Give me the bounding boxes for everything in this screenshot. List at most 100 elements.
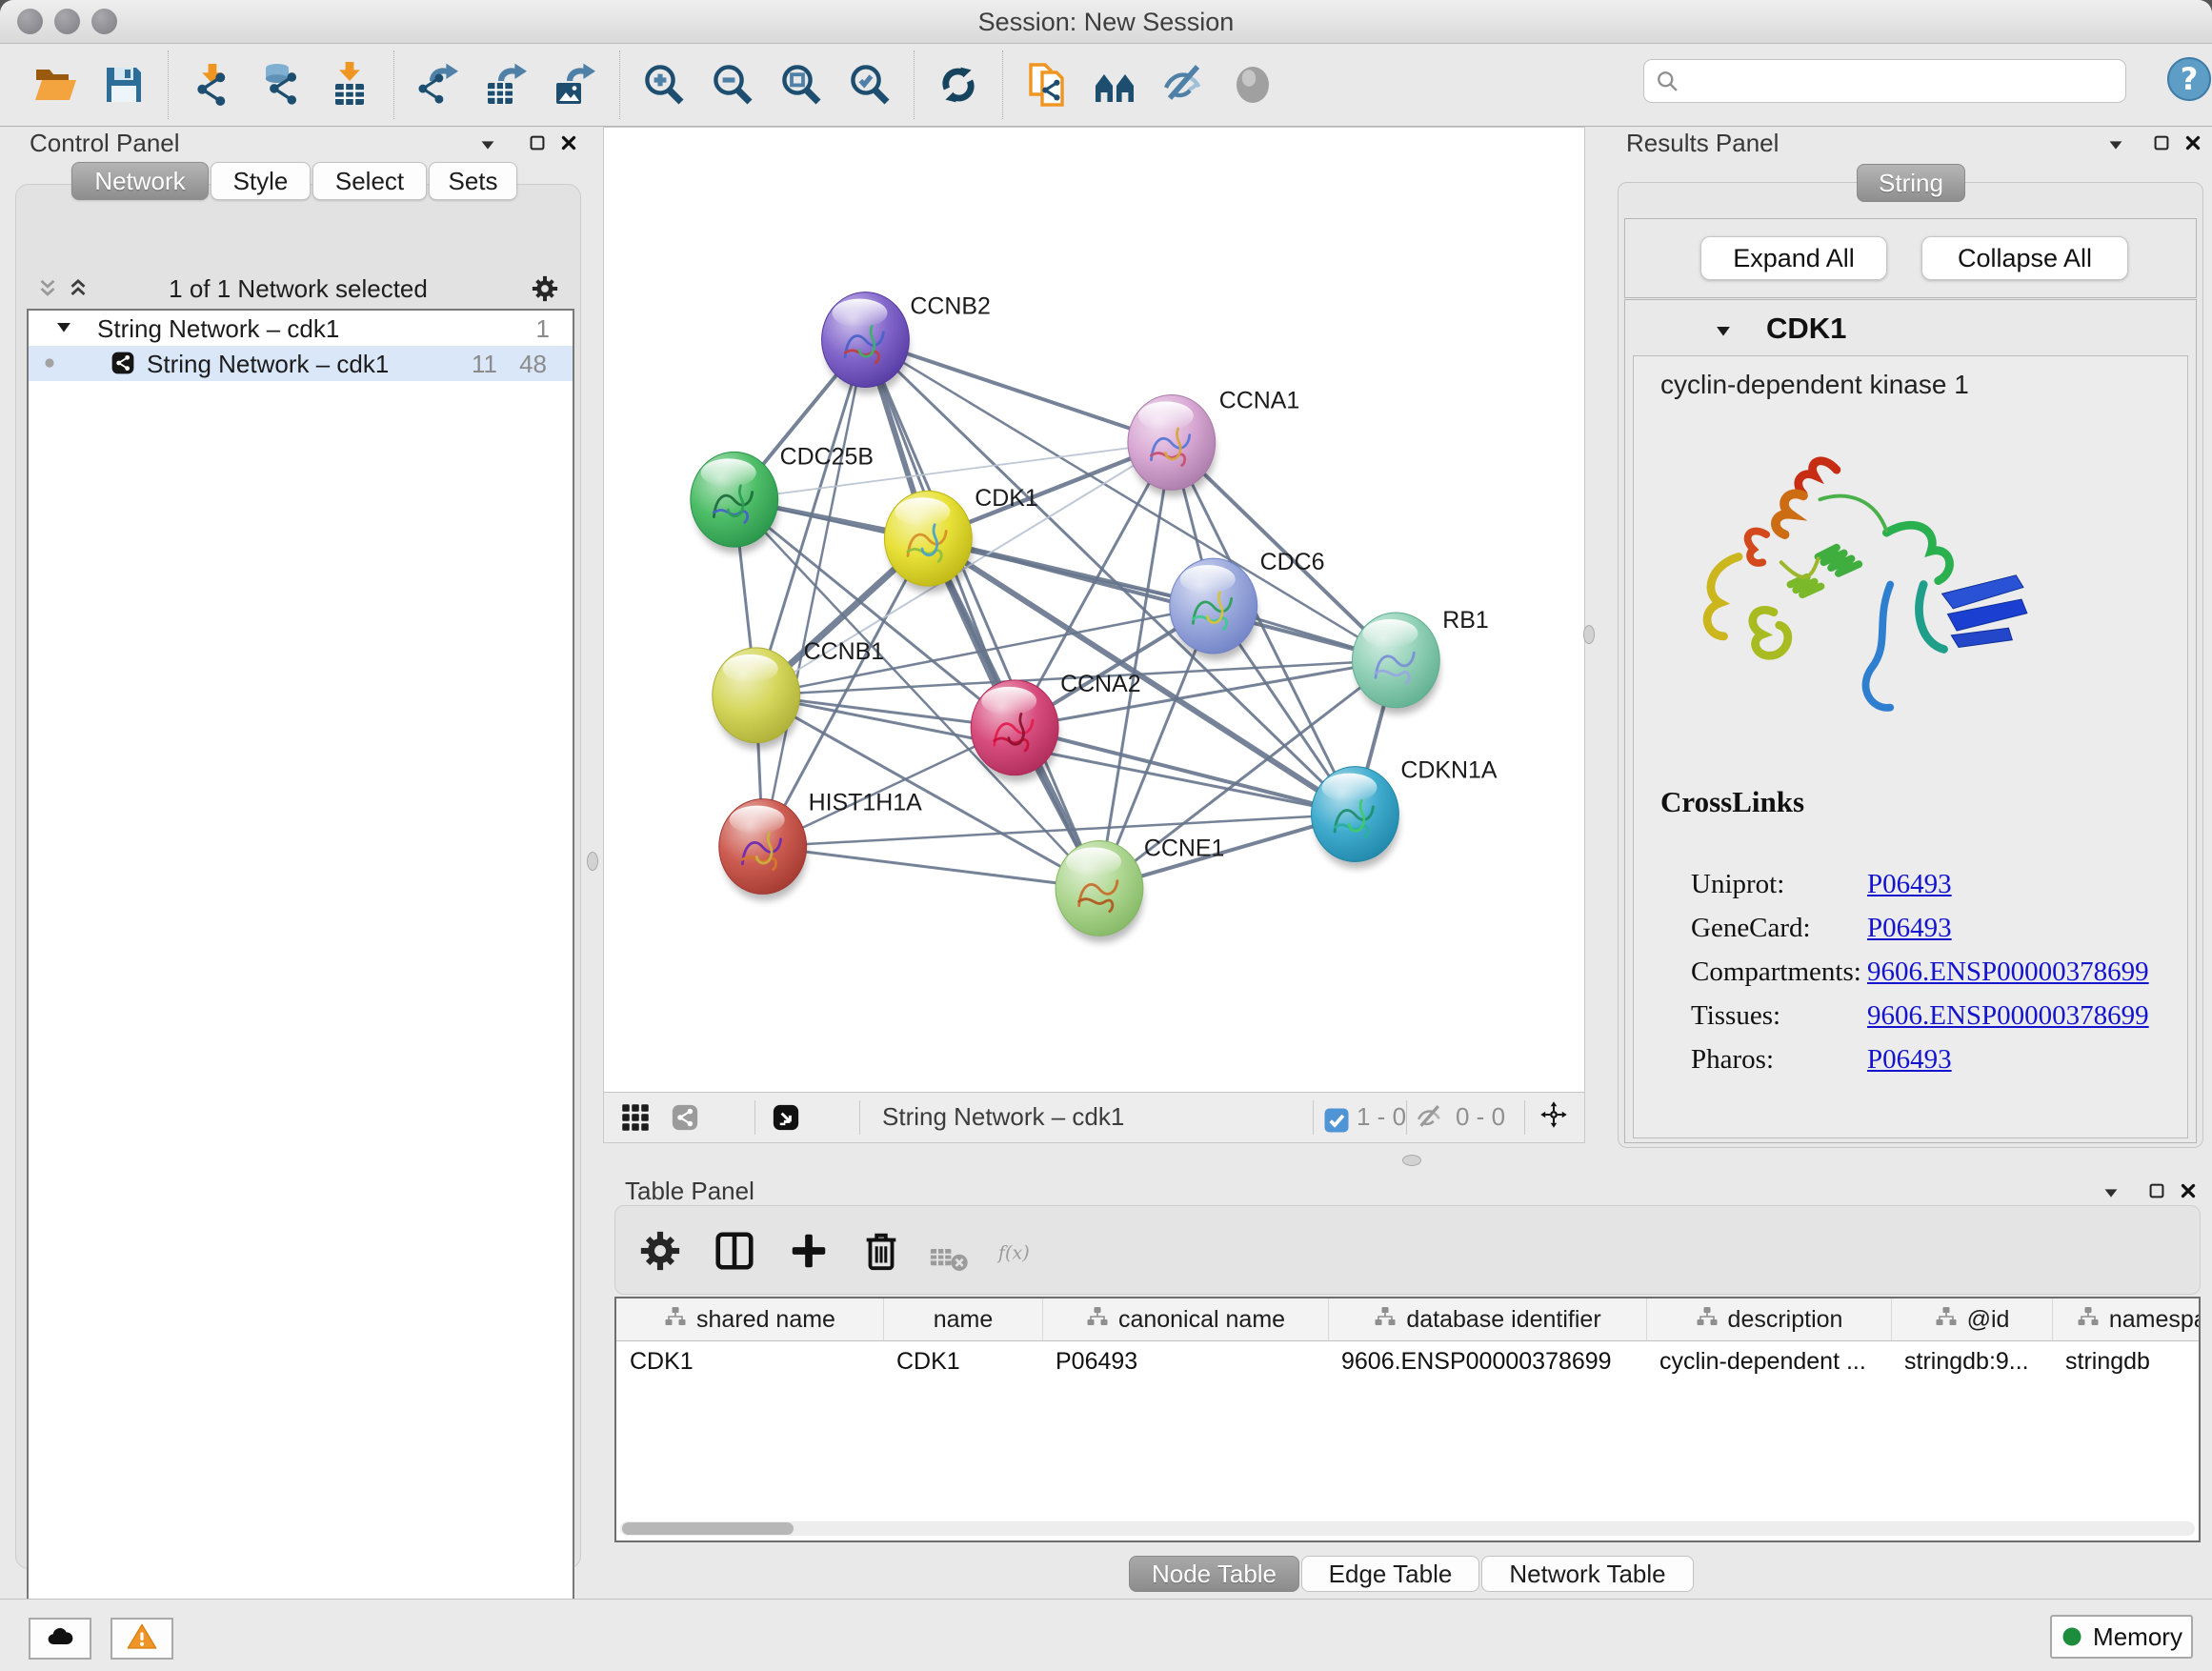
scrollbar-thumb[interactable] (622, 1522, 794, 1535)
results-panel-menu-button[interactable] (2105, 134, 2126, 155)
results-panel-close-button[interactable] (2182, 132, 2203, 153)
network-edge-HIST1H1A-CCNE1[interactable] (763, 847, 1099, 889)
horizontal-splitter-handle[interactable] (1402, 1155, 1421, 1166)
column-header-shared-name[interactable]: shared name (616, 1299, 883, 1340)
network-canvas[interactable]: CCNB2CCNA1CDC25BCDK1CDC6RB1CCNB1CCNA2CDK… (604, 128, 1584, 1093)
memory-button[interactable]: Memory (2050, 1615, 2193, 1659)
crosslink-link[interactable]: 9606.ENSP00000378699 (1867, 956, 2149, 988)
table-horizontal-scrollbar[interactable] (620, 1521, 2195, 1536)
control-panel-menu-button[interactable] (477, 134, 498, 155)
column-header-name[interactable]: name (883, 1299, 1042, 1340)
collapse-all-button[interactable]: Collapse All (1921, 236, 2128, 280)
column-header-description[interactable]: description (1646, 1299, 1891, 1340)
right-splitter-handle[interactable] (1583, 625, 1595, 644)
table-panel-float-button[interactable] (2146, 1180, 2167, 1201)
collection-expander-icon[interactable] (53, 317, 74, 338)
cloud-status-button[interactable] (29, 1618, 91, 1660)
network-edge-CDC25B-CDC6[interactable] (734, 499, 1214, 606)
cell--id[interactable]: stringdb:9... (1891, 1348, 2052, 1376)
control-panel-close-button[interactable] (558, 132, 579, 153)
delete-column-icon[interactable] (859, 1229, 903, 1273)
crosslink-link[interactable]: P06493 (1867, 869, 1952, 900)
add-column-icon[interactable] (787, 1229, 831, 1273)
tab-sets[interactable]: Sets (429, 162, 517, 200)
network-node-CDKN1A[interactable] (1312, 767, 1399, 869)
network-row-selected[interactable]: String Network – cdk1 11 48 (29, 346, 573, 381)
gene-entry-expander-icon[interactable] (1713, 321, 1734, 342)
tab-network[interactable]: Network (71, 162, 209, 200)
table-panel-menu-button[interactable] (2101, 1182, 2122, 1203)
control-panel-float-button[interactable] (527, 132, 548, 153)
hidden-elements-icon[interactable] (1416, 1103, 1444, 1132)
network-share-icon[interactable] (671, 1103, 699, 1132)
network-edge-CDK1-RB1[interactable] (928, 538, 1396, 660)
export-network-button[interactable] (411, 54, 466, 115)
column-header--id[interactable]: @id (1891, 1299, 2052, 1340)
import-network-from-file-button[interactable] (185, 54, 240, 115)
import-network-from-database-button[interactable] (253, 54, 309, 115)
expand-all-button[interactable]: Expand All (1700, 236, 1887, 280)
delete-table-icon (928, 1237, 966, 1265)
cell-database-identifier[interactable]: 9606.ENSP00000378699 (1328, 1348, 1646, 1376)
network-node-RB1[interactable] (1352, 613, 1439, 715)
network-node-CDK1[interactable] (884, 491, 972, 593)
show-columns-icon[interactable] (713, 1229, 756, 1273)
column-header-namespac[interactable]: namespac (2052, 1299, 2201, 1340)
save-session-button[interactable] (96, 54, 151, 115)
cell-namespac[interactable]: stringdb (2052, 1348, 2201, 1376)
cell-shared-name[interactable]: CDK1 (616, 1348, 883, 1376)
network-options-gear-icon[interactable] (531, 274, 559, 303)
open-in-new-window-icon[interactable] (772, 1103, 802, 1132)
crosslink-link[interactable]: P06493 (1867, 1044, 1952, 1076)
table-row[interactable]: CDK1CDK1P064939606.ENSP00000378699cyclin… (616, 1341, 2199, 1381)
network-node-CDC6[interactable] (1170, 558, 1257, 660)
cell-name[interactable]: CDK1 (883, 1348, 1042, 1376)
hide-selected-button[interactable] (1156, 54, 1212, 115)
crosslink-link[interactable]: P06493 (1867, 913, 1952, 944)
show-all-button[interactable] (1225, 54, 1280, 115)
zoom-fit-button[interactable] (774, 54, 829, 115)
table-panel-close-button[interactable] (2178, 1180, 2199, 1201)
zoom-selected-button[interactable] (842, 54, 897, 115)
tab-string[interactable]: String (1857, 164, 1965, 202)
left-splitter-handle[interactable] (587, 852, 598, 871)
tab-style[interactable]: Style (211, 162, 311, 200)
cell-description[interactable]: cyclin-dependent ... (1646, 1348, 1891, 1376)
tab-node-table[interactable]: Node Table (1129, 1556, 1299, 1592)
zoom-in-button[interactable] (636, 54, 692, 115)
zoom-out-button[interactable] (705, 54, 760, 115)
tab-edge-table[interactable]: Edge Table (1301, 1556, 1479, 1592)
export-image-button[interactable] (548, 54, 603, 115)
open-folder-icon (32, 62, 78, 108)
birdseye-view-icon[interactable] (621, 1103, 650, 1132)
column-header-canonical-name[interactable]: canonical name (1042, 1299, 1328, 1340)
help-button[interactable]: ? (2163, 53, 2212, 105)
network-node-CCNE1[interactable] (1056, 841, 1143, 943)
search-input[interactable] (1688, 62, 2111, 98)
tab-select[interactable]: Select (312, 162, 427, 200)
selected-checkbox[interactable] (1322, 1106, 1345, 1129)
crosslink-row: GeneCard:P06493 (1691, 913, 1811, 944)
network-collection-row[interactable]: String Network – cdk1 1 (29, 311, 573, 346)
table-options-gear-icon[interactable] (638, 1229, 682, 1273)
refresh-icon (935, 62, 981, 108)
duplicate-network-button[interactable] (1019, 54, 1075, 115)
cell-canonical-name[interactable]: P06493 (1042, 1348, 1328, 1376)
fit-selected-crosshair-icon[interactable] (1539, 1100, 1574, 1135)
column-header-database-identifier[interactable]: database identifier (1328, 1299, 1646, 1340)
network-node-HIST1H1A[interactable] (719, 799, 807, 901)
network-node-CCNB1[interactable] (713, 648, 800, 750)
import-table-from-file-button[interactable] (322, 54, 377, 115)
export-table-button[interactable] (479, 54, 534, 115)
apply-layout-button[interactable] (931, 54, 986, 115)
network-edge-CCNB2-CCNA1[interactable] (865, 340, 1171, 443)
open-session-button[interactable] (28, 54, 83, 115)
zoom-out-icon (710, 62, 755, 108)
crosslink-link[interactable]: 9606.ENSP00000378699 (1867, 1000, 2149, 1032)
tab-network-table[interactable]: Network Table (1481, 1556, 1694, 1592)
network-node-CCNA1[interactable] (1128, 394, 1216, 496)
first-neighbors-button[interactable] (1088, 54, 1143, 115)
results-panel-float-button[interactable] (2151, 132, 2172, 153)
warnings-button[interactable] (111, 1618, 173, 1660)
network-node-CDC25B[interactable] (691, 452, 778, 554)
